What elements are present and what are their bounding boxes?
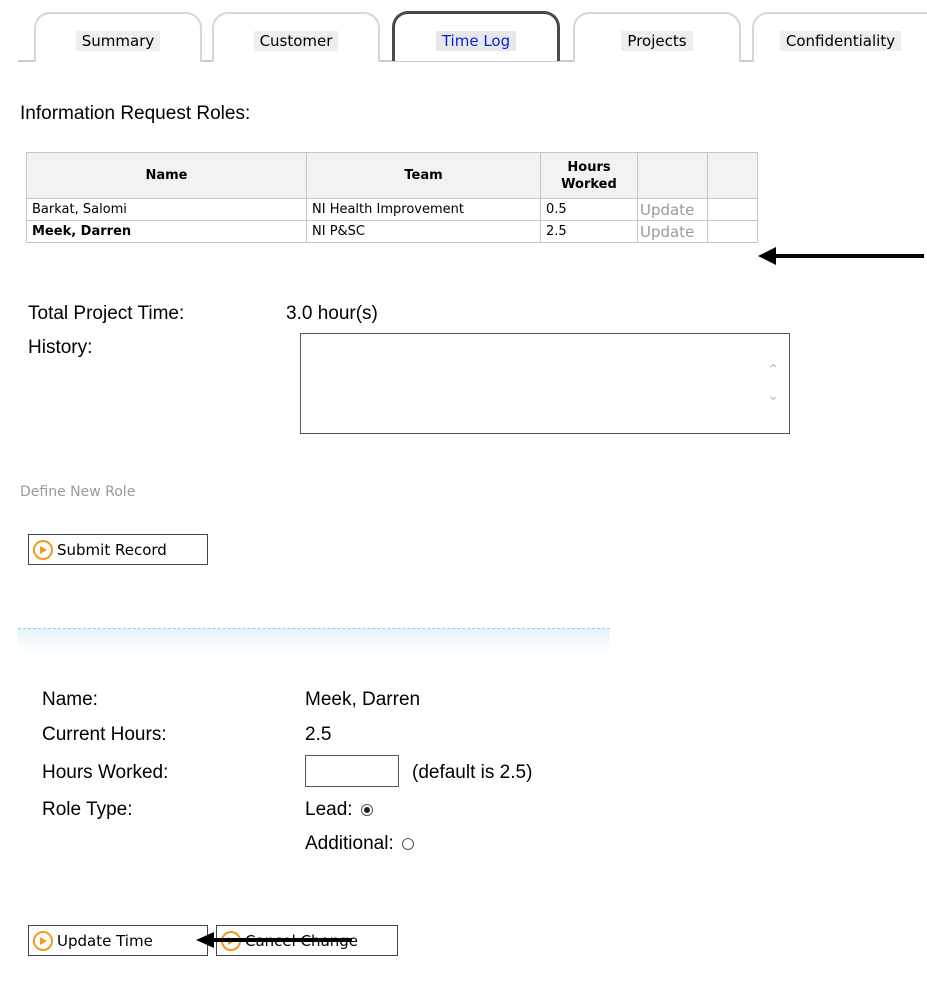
- hours-worked-hint: (default is 2.5): [412, 762, 533, 783]
- tab-label: Customer: [253, 31, 339, 51]
- form-current-hours-value: 2.5: [305, 724, 332, 745]
- submit-record-label: Submit Record: [57, 540, 167, 559]
- tab-label: Confidentiality: [779, 31, 902, 51]
- row-hours: 2.5: [540, 220, 638, 243]
- update-time-label: Update Time: [57, 931, 153, 950]
- form-name-label: Name:: [42, 689, 98, 710]
- tab-summary[interactable]: Summary: [34, 12, 202, 62]
- history-field[interactable]: ⌃ ⌄: [300, 333, 790, 434]
- tab-label: Time Log: [435, 31, 517, 51]
- table-row: Barkat, Salomi NI Health Improvement 0.5…: [26, 198, 758, 221]
- scroll-down-icon[interactable]: ⌄: [767, 388, 779, 404]
- role-lead-label: Lead:: [305, 799, 353, 820]
- table-header-row: Name Team Hours Worked: [26, 152, 758, 199]
- roles-table: Name Team Hours Worked Barkat, Salomi NI…: [26, 152, 758, 243]
- row-blank: [707, 220, 758, 243]
- form-name-value: Meek, Darren: [305, 689, 421, 710]
- history-label: History:: [28, 337, 93, 358]
- annotation-arrow-icon: [758, 247, 924, 265]
- history-textarea[interactable]: [301, 334, 789, 433]
- hours-worked-input[interactable]: [305, 755, 399, 787]
- header-team: Team: [306, 152, 541, 199]
- total-time-value: 3.0 hour(s): [286, 303, 378, 324]
- play-icon: [33, 930, 53, 951]
- total-time-label: Total Project Time:: [28, 303, 185, 324]
- row-team: NI Health Improvement: [306, 198, 541, 221]
- section-heading: Information Request Roles:: [20, 103, 251, 124]
- header-blank: [637, 152, 708, 199]
- form-hours-worked-label: Hours Worked:: [42, 762, 169, 783]
- define-new-role-link[interactable]: Define New Role: [20, 484, 135, 500]
- tab-label: Projects: [621, 31, 693, 51]
- update-link[interactable]: Update: [640, 201, 694, 219]
- row-name: Barkat, Salomi: [26, 198, 307, 221]
- form-current-hours-label: Current Hours:: [42, 724, 167, 745]
- header-blank: [707, 152, 758, 199]
- scroll-up-icon[interactable]: ⌃: [767, 362, 779, 378]
- form-role-type-label: Role Type:: [42, 799, 133, 820]
- update-link[interactable]: Update: [640, 223, 694, 241]
- role-additional-option[interactable]: Additional:: [305, 833, 414, 855]
- row-team: NI P&SC: [306, 220, 541, 243]
- tab-label: Summary: [75, 31, 161, 51]
- table-row: Meek, Darren NI P&SC 2.5 Update: [26, 220, 758, 243]
- lead-radio[interactable]: [360, 803, 373, 816]
- header-name: Name: [26, 152, 307, 199]
- role-additional-label: Additional:: [305, 833, 394, 854]
- update-time-button[interactable]: Update Time: [28, 925, 208, 956]
- tab-time-log[interactable]: Time Log: [392, 11, 560, 61]
- section-divider: [18, 628, 610, 653]
- additional-radio[interactable]: [401, 837, 414, 850]
- role-lead-option[interactable]: Lead:: [305, 799, 373, 821]
- tab-projects[interactable]: Projects: [573, 12, 741, 62]
- tab-confidentiality[interactable]: Confidentiality: [752, 12, 927, 62]
- tab-customer[interactable]: Customer: [212, 12, 380, 62]
- row-hours: 0.5: [540, 198, 638, 221]
- annotation-arrow-icon: [196, 932, 352, 948]
- play-icon: [33, 539, 53, 560]
- submit-record-button[interactable]: Submit Record: [28, 534, 208, 565]
- row-blank: [707, 198, 758, 221]
- header-hours: Hours Worked: [540, 152, 638, 199]
- row-name: Meek, Darren: [26, 220, 307, 243]
